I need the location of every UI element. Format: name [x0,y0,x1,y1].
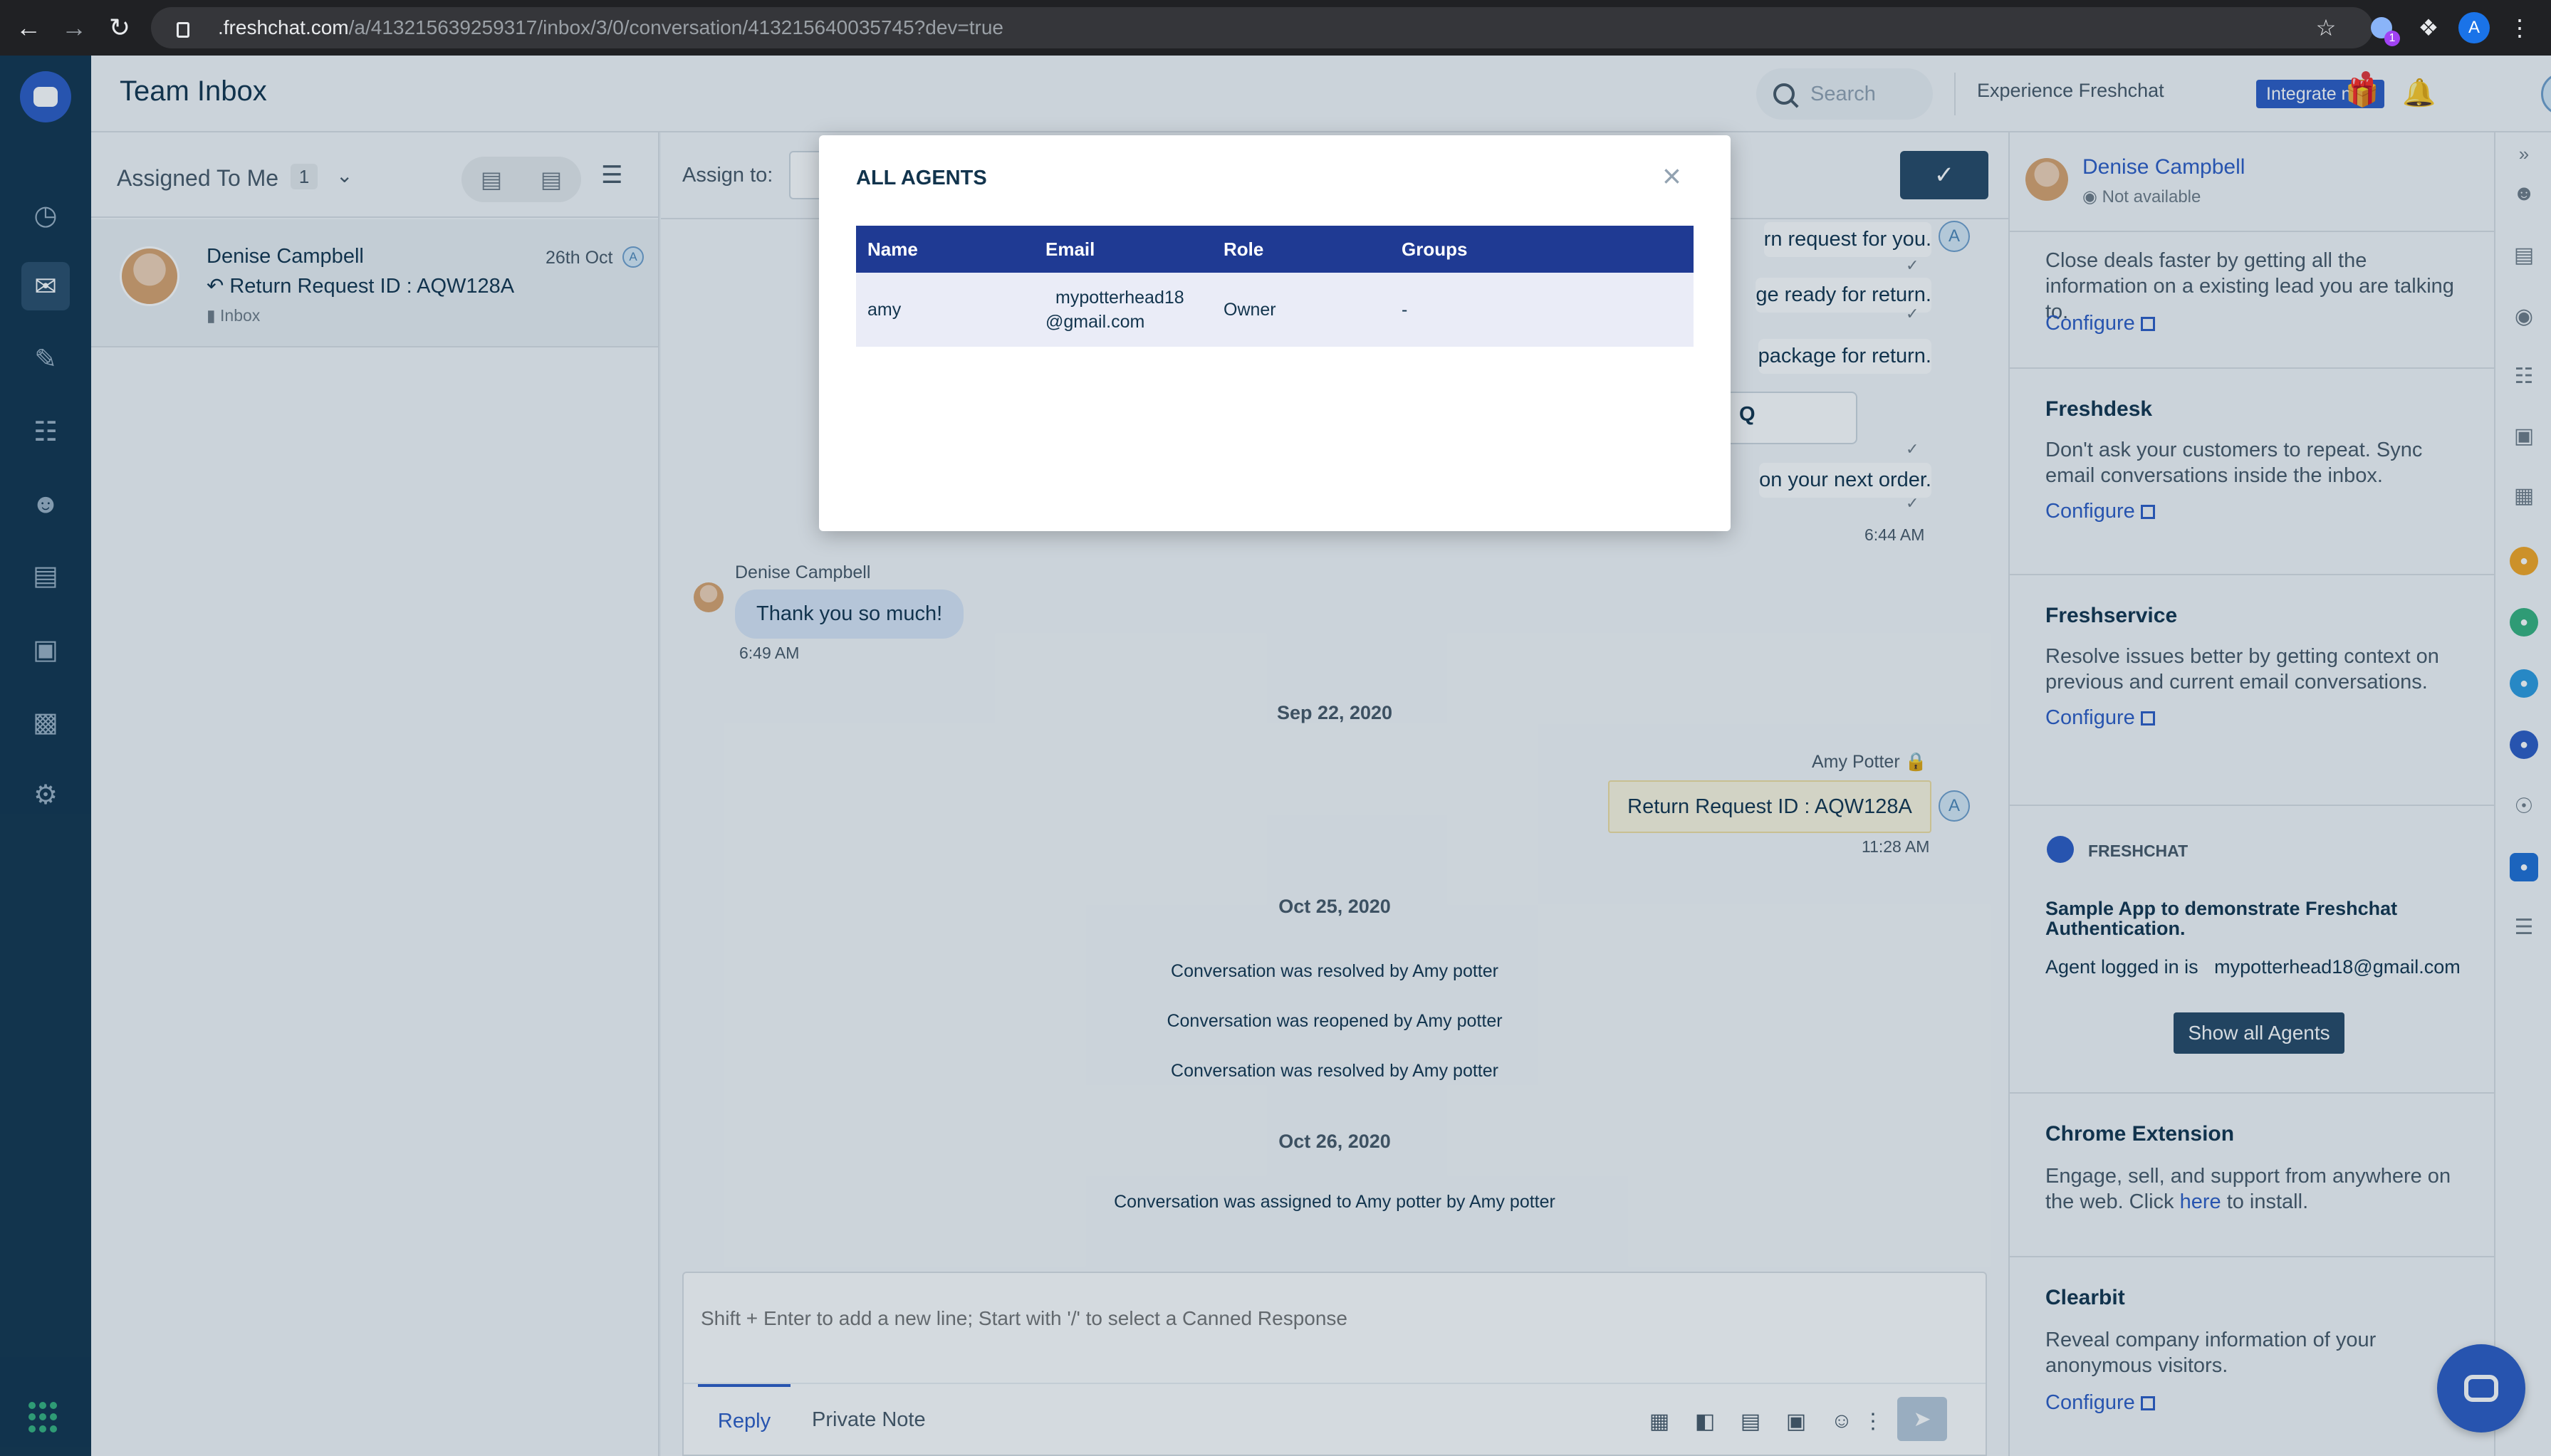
agent-role-cell: Owner [1212,273,1390,347]
close-icon[interactable]: × [1662,157,1681,195]
extensions-puzzle-icon[interactable]: ❖ [2413,12,2444,43]
table-header-row: Name Email Role Groups [856,226,1694,273]
forward-arrow-icon[interactable]: → [51,0,97,56]
bookmark-star-icon[interactable]: ☆ [2310,12,2342,43]
agent-name-cell: amy [856,273,1034,347]
browser-toolbar: ← → ↻ .freshchat.com/a/413215639259317/i… [0,0,2551,56]
agent-groups-cell: - [1390,273,1694,347]
all-agents-modal: ALL AGENTS × Name Email Role Groups amy … [819,135,1731,531]
back-arrow-icon[interactable]: ← [6,0,51,56]
reload-icon[interactable]: ↻ [97,0,142,56]
column-header-groups: Groups [1390,226,1694,273]
lock-icon [177,22,189,38]
agents-table: Name Email Role Groups amy mypotterhead1… [856,226,1694,347]
extension-badge: 1 [2384,31,2400,46]
column-header-email: Email [1034,226,1212,273]
agent-email-line2: @gmail.com [1045,312,1145,332]
chrome-menu-icon[interactable]: ⋮ [2504,12,2535,43]
table-row: amy mypotterhead18 @gmail.com Owner - [856,273,1694,347]
column-header-name: Name [856,226,1034,273]
address-bar[interactable]: .freshchat.com/a/413215639259317/inbox/3… [151,7,2373,48]
agent-email-line1: mypotterhead18 [1055,288,1184,308]
extension-freshchat-icon[interactable]: 1 [2366,12,2400,46]
agent-email-cell: mypotterhead18 @gmail.com [1034,273,1212,347]
url-path: /a/413215639259317/inbox/3/0/conversatio… [348,16,1003,38]
modal-title: ALL AGENTS [856,167,987,189]
column-header-role: Role [1212,226,1390,273]
profile-avatar[interactable]: A [2458,12,2490,43]
url-host: .freshchat.com [218,16,349,38]
